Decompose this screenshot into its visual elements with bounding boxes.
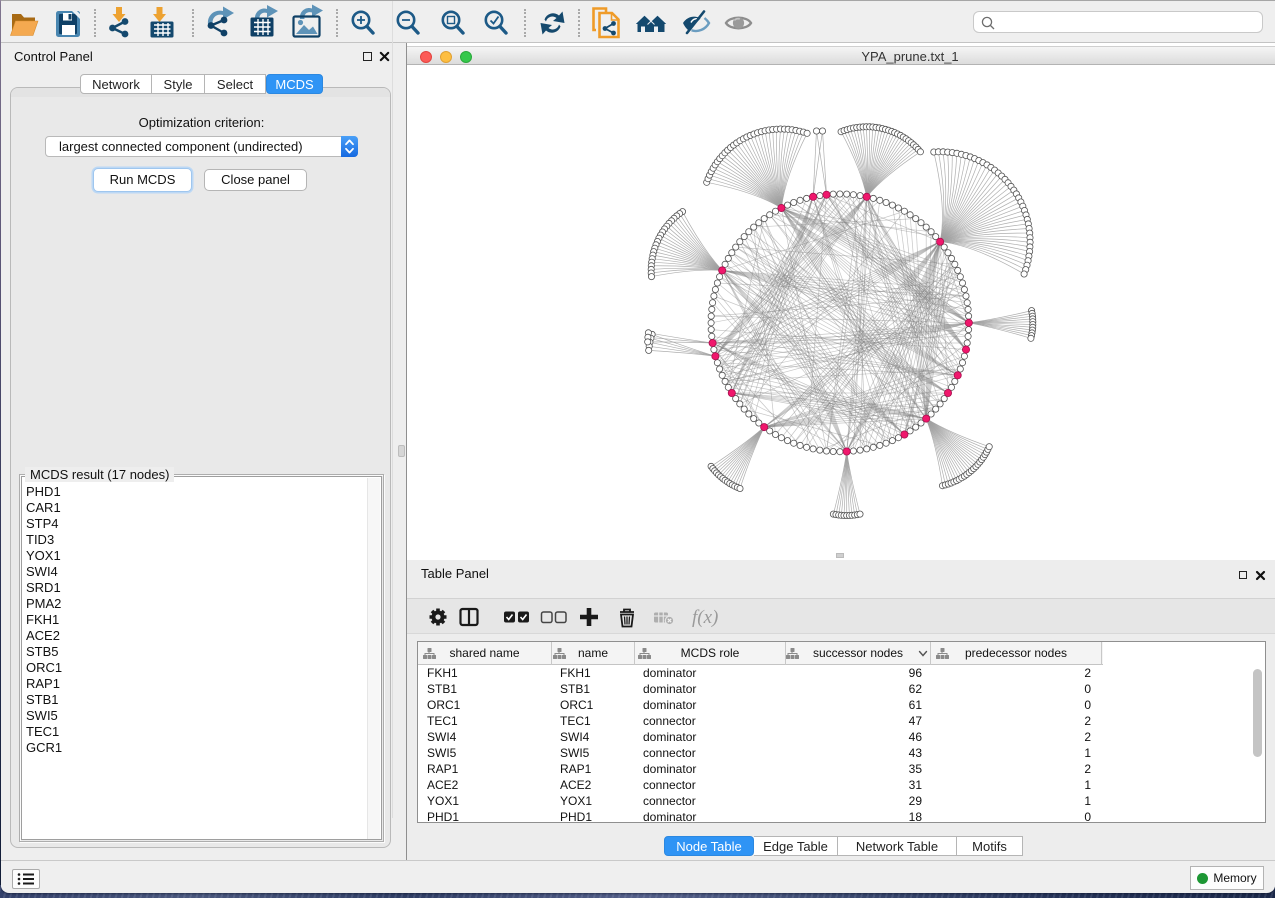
svg-text:f(x): f(x) [692, 607, 718, 628]
